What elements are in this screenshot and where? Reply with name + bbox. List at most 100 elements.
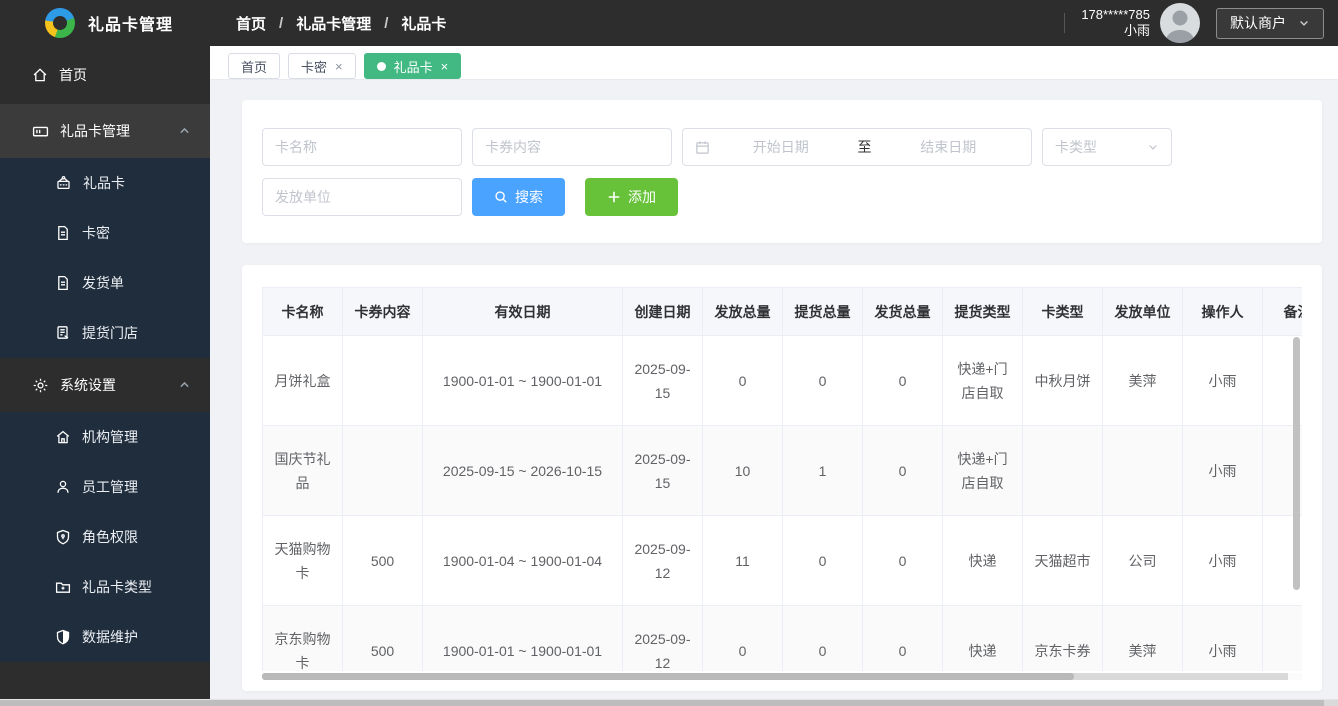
user-name: 小雨 (1123, 23, 1150, 38)
sidebar-item-home[interactable]: 首页 (0, 46, 210, 104)
cell-valid-date-link[interactable]: 1900-01-01 ~ 1900-01-01 (422, 335, 623, 426)
cell-valid-date-link[interactable]: 1900-01-01 ~ 1900-01-01 (422, 605, 623, 671)
cell-picked-total: 0 (782, 605, 863, 671)
col-issuer: 发放单位 (1102, 287, 1183, 336)
avatar[interactable] (1160, 3, 1200, 43)
cell-valid-date-link[interactable]: 1900-01-04 ~ 1900-01-04 (422, 515, 623, 606)
merchant-switch-button[interactable]: 默认商户 (1216, 7, 1324, 39)
logo-area: 礼品卡管理 (0, 0, 210, 46)
app-logo-icon (45, 8, 75, 38)
sidebar-item-label: 机构管理 (82, 429, 138, 445)
app-title: 礼品卡管理 (88, 17, 174, 34)
table-row: 国庆节礼品 2025-09-15 ~ 2026-10-15 2025-09-15… (262, 425, 1302, 516)
sidebar-item-data[interactable]: 数据维护 (0, 612, 210, 662)
start-date-field[interactable]: 开始日期 (710, 137, 852, 157)
sidebar-item-cardkey[interactable]: 卡密 (0, 208, 210, 258)
person-icon (1165, 10, 1195, 43)
sidebar-item-label: 礼品卡类型 (82, 579, 152, 595)
sidebar-item-label: 系统设置 (60, 377, 116, 393)
cell-operator: 小雨 (1182, 425, 1263, 516)
sidebar-item-label: 礼品卡 (83, 175, 125, 191)
card-content-input[interactable] (472, 128, 672, 166)
sidebar-item-shipment[interactable]: 发货单 (0, 258, 210, 308)
tab-home[interactable]: 首页 (228, 53, 281, 79)
sidebar-item-staff[interactable]: 员工管理 (0, 462, 210, 512)
breadcrumb-home-link[interactable]: 首页 (236, 13, 266, 34)
sidebar-item-giftcard[interactable]: 礼品卡 (0, 158, 210, 208)
card-type-select[interactable]: 卡类型 (1042, 128, 1172, 166)
cell-shipped-total: 0 (862, 605, 943, 671)
breadcrumb-separator: / (279, 14, 284, 32)
card-name-input[interactable] (262, 128, 462, 166)
search-button[interactable]: 搜索 (472, 178, 565, 216)
breadcrumb-separator: / (384, 14, 389, 32)
sign-icon (55, 175, 72, 192)
col-created-date: 创建日期 (622, 287, 703, 336)
cell-card-name-link[interactable]: 国庆节礼品 (262, 425, 343, 516)
tab-close-icon[interactable]: × (441, 60, 449, 73)
cell-shipped-total: 0 (862, 335, 943, 426)
breadcrumb-current: 礼品卡 (401, 15, 447, 33)
tab-giftcard[interactable]: 礼品卡 × (363, 53, 462, 79)
cell-picked-total: 0 (782, 335, 863, 426)
table-hscrollbar (262, 673, 1302, 680)
cell-issued-total: 11 (702, 515, 783, 606)
sidebar-item-pickup-store[interactable]: 提货门店 (0, 308, 210, 358)
cell-valid-date-link[interactable]: 2025-09-15 ~ 2026-10-15 (422, 425, 623, 516)
tab-label: 首页 (241, 59, 268, 75)
sidebar-item-org[interactable]: 机构管理 (0, 412, 210, 462)
tabbar: 首页 卡密 × 礼品卡 × (210, 46, 1338, 80)
gift-card-table-viewport: 卡名称 卡券内容 有效日期 创建日期 发放总量 提货总量 发货总量 提货类型 卡… (262, 287, 1302, 671)
plus-icon (608, 191, 620, 203)
sidebar-item-label: 首页 (59, 67, 87, 83)
tab-close-icon[interactable]: × (335, 60, 343, 73)
table-hscrollbar-thumb[interactable] (262, 673, 1074, 680)
table-row: 月饼礼盒 1900-01-01 ~ 1900-01-01 2025-09-15 … (262, 335, 1302, 426)
cell-picked-total: 0 (782, 515, 863, 606)
cell-card-type: 天猫超市 (1022, 515, 1103, 606)
page-hscrollbar-thumb[interactable] (0, 700, 1324, 706)
building-icon (55, 429, 71, 445)
document-icon (55, 225, 71, 241)
cell-operator: 小雨 (1182, 335, 1263, 426)
table-vscrollbar-thumb[interactable] (1293, 337, 1300, 590)
sidebar-item-cardtype[interactable]: 礼品卡类型 (0, 562, 210, 612)
sidebar-group-giftcard[interactable]: 礼品卡管理 (0, 104, 210, 158)
card-type-select-value: 卡类型 (1055, 139, 1097, 155)
date-range-picker[interactable]: 开始日期 至 结束日期 (682, 128, 1032, 166)
col-pick-type: 提货类型 (942, 287, 1023, 336)
cell-created-date: 2025-09-12 (622, 515, 703, 606)
cell-shipped-total: 0 (862, 515, 943, 606)
sidebar-group-settings[interactable]: 系统设置 (0, 358, 210, 412)
sidebar-item-roles[interactable]: 角色权限 (0, 512, 210, 562)
chevron-down-icon (1149, 145, 1157, 150)
sidebar: 首页 礼品卡管理 礼品卡 卡密 发货单 提货门店 系统设置 机构管理 员工管理 … (0, 46, 210, 706)
page-hscrollbar (0, 699, 1338, 706)
col-card-name: 卡名称 (262, 287, 343, 336)
cell-card-content: 500 (342, 515, 423, 606)
cell-card-name-link[interactable]: 天猫购物卡 (262, 515, 343, 606)
cell-card-name-link[interactable]: 京东购物卡 (262, 605, 343, 671)
end-date-field[interactable]: 结束日期 (878, 137, 1020, 157)
issuer-input[interactable] (262, 178, 462, 216)
card-icon (32, 123, 49, 140)
col-card-content: 卡券内容 (342, 287, 423, 336)
sidebar-item-label: 发货单 (82, 275, 124, 291)
cell-pick-type: 快递 (942, 515, 1023, 606)
breadcrumb-module-link[interactable]: 礼品卡管理 (296, 13, 371, 34)
cell-card-name-link[interactable]: 月饼礼盒 (262, 335, 343, 426)
cell-card-type (1022, 425, 1103, 516)
table-header-row: 卡名称 卡券内容 有效日期 创建日期 发放总量 提货总量 发货总量 提货类型 卡… (262, 287, 1302, 336)
tab-cardkey[interactable]: 卡密 × (288, 53, 356, 79)
folder-icon (55, 579, 71, 595)
cell-pick-type: 快递+门店自取 (942, 335, 1023, 426)
tab-label: 礼品卡 (393, 59, 433, 75)
user-icon (55, 479, 71, 495)
breadcrumb: 首页 / 礼品卡管理 / 礼品卡 (236, 13, 446, 34)
table-scrollbar-corner (1288, 673, 1302, 680)
add-button[interactable]: 添加 (585, 178, 678, 216)
col-valid-date: 有效日期 (422, 287, 623, 336)
cell-operator: 小雨 (1182, 605, 1263, 671)
content: 开始日期 至 结束日期 卡类型 搜索 添加 (210, 80, 1338, 691)
cell-issuer: 公司 (1102, 515, 1183, 606)
